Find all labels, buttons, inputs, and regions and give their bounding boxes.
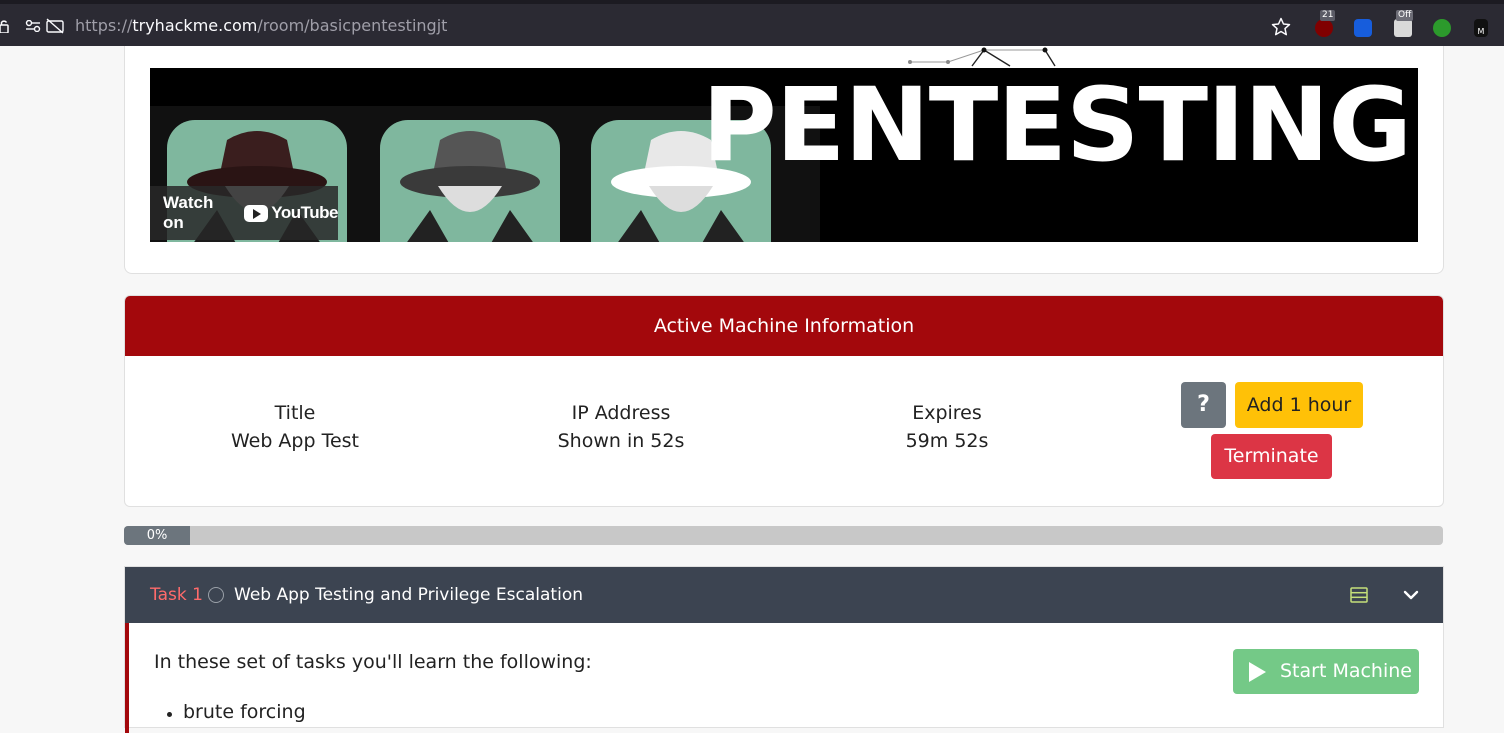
task-intro-text: In these set of tasks you'll learn the f… [154,651,592,673]
start-machine-button[interactable]: Start Machine [1233,649,1419,694]
watch-on-label: Watch on [163,193,214,232]
green-extension-icon[interactable] [1433,19,1451,37]
active-machine-header: Active Machine Information [125,296,1443,356]
task-card: Task 1 Web App Testing and Privilege Esc… [124,566,1444,733]
url-path: /room/basicpentestingjt [257,16,448,35]
youtube-logo-icon: YouTube [244,203,338,223]
machine-ip-column: IP Address Shown in 52s [511,402,731,452]
bookmark-star-icon[interactable] [1271,17,1291,37]
task-header[interactable]: Task 1 Web App Testing and Privilege Esc… [125,567,1443,623]
url-host: tryhackme.com [132,16,258,35]
youtube-wordmark: YouTube [271,203,338,222]
permissions-icon[interactable] [25,20,41,32]
start-machine-label: Start Machine [1280,660,1412,682]
play-icon [1249,662,1266,682]
chevron-down-icon[interactable] [1402,587,1420,603]
task-title: Web App Testing and Privilege Escalation [234,585,583,605]
machine-expires-label: Expires [912,402,982,424]
url-text[interactable]: https://tryhackme.com/room/basicpentesti… [75,16,447,35]
machine-help-button[interactable]: ? [1181,382,1226,428]
cookie-extension-badge: Off [1396,10,1414,21]
url-prefix: https:// [75,16,133,35]
machine-title-value: Web App Test [230,430,360,452]
machine-title-column: Title Web App Test [185,402,405,452]
task-bullet-item: brute forcing [167,701,306,723]
lock-icon[interactable] [0,19,9,33]
machine-expires-column: Expires 59m 52s [837,402,1057,452]
camera-blocked-icon[interactable] [46,18,64,34]
network-graphic [908,47,1056,67]
cookie-extension-icon[interactable] [1394,19,1412,37]
youtube-play-icon [244,204,269,222]
url-bar[interactable]: https://tryhackme.com/room/basicpentesti… [0,4,1504,46]
add-hour-button[interactable]: Add 1 hour [1235,382,1363,428]
youtube-video-embed[interactable]: PENTESTING Watch on YouTube [150,68,1418,242]
m-extension-icon[interactable]: M [1474,19,1488,37]
room-progress-fill: 0% [124,526,190,545]
room-progress-bar: 0% [124,526,1443,545]
ublock-badge: 21 [1320,10,1336,21]
machine-ip-label: IP Address [571,402,671,424]
ublock-extension-icon[interactable] [1315,19,1333,37]
task-body: In these set of tasks you'll learn the f… [125,623,1447,733]
bitwarden-extension-icon[interactable] [1354,19,1372,37]
video-banner-title: PENTESTING [702,68,1412,185]
terminate-button[interactable]: Terminate [1211,434,1332,479]
machine-title-label: Title [274,402,316,424]
machine-expires-value: 59m 52s [905,430,989,452]
task-number: Task 1 [150,585,203,605]
task-status-circle-icon [208,587,224,603]
watch-on-youtube-button[interactable]: Watch on YouTube [150,186,338,240]
machine-ip-value: Shown in 52s [557,430,685,452]
task-server-icon[interactable] [1350,587,1368,603]
grey-hat-tile [380,120,560,242]
active-machine-card: Active Machine Information Title Web App… [124,295,1444,507]
